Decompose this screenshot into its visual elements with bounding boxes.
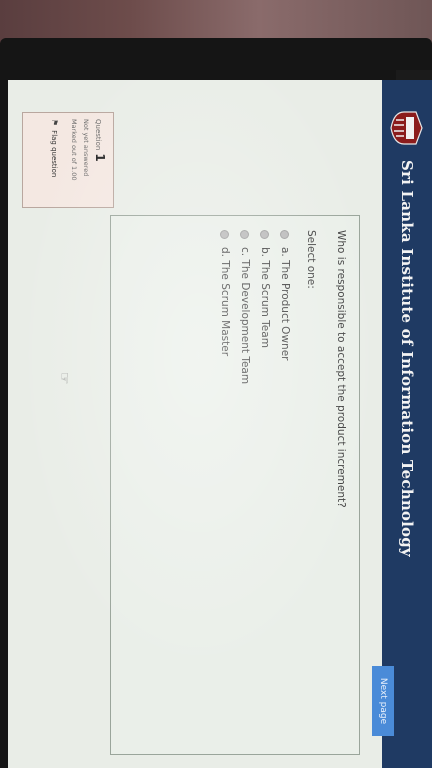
- answer-option-b[interactable]: b. The Scrum Team: [259, 230, 271, 348]
- answer-status: Not yet answered: [82, 119, 90, 177]
- question-card: Who is responsible to accept the product…: [110, 215, 360, 755]
- select-one-prompt: Select one:: [305, 230, 317, 289]
- flag-icon: ⚑: [50, 119, 59, 127]
- radio-button[interactable]: [220, 230, 230, 239]
- question-number-label: Question 1: [93, 119, 107, 201]
- answer-label: d. The Scrum Master: [219, 247, 231, 357]
- flag-question-button[interactable]: ⚑ Flag question: [50, 119, 59, 201]
- hand-cursor-icon: ☞: [56, 372, 72, 385]
- radio-button[interactable]: [240, 230, 250, 239]
- answer-option-d[interactable]: d. The Scrum Master: [219, 230, 231, 356]
- question-label: Question: [94, 119, 102, 151]
- answer-label: c. The Development Team: [239, 247, 251, 385]
- question-number: 1: [93, 153, 107, 162]
- logo-icon: [390, 111, 423, 145]
- radio-button[interactable]: [260, 230, 270, 239]
- sliit-logo[interactable]: [389, 106, 425, 150]
- answer-label: b. The Scrum Team: [259, 247, 271, 348]
- site-header: Sri Lanka Institute of Information Techn…: [382, 80, 432, 768]
- monitor-screen: Sri Lanka Institute of Information Techn…: [8, 80, 432, 768]
- answer-option-c[interactable]: c. The Development Team: [239, 230, 251, 384]
- flag-question-label: Flag question: [50, 130, 59, 178]
- answer-label: a. The Product Owner: [279, 247, 291, 361]
- radio-button[interactable]: [280, 230, 290, 239]
- question-text: Who is responsible to accept the product…: [335, 230, 347, 508]
- answer-option-a[interactable]: a. The Product Owner: [279, 230, 291, 360]
- next-page-button[interactable]: Next page: [372, 666, 394, 736]
- quiz-page: Sri Lanka Institute of Information Techn…: [8, 80, 432, 768]
- marks-info: Marked out of 1.00: [70, 119, 78, 181]
- institute-name: Sri Lanka Institute of Information Techn…: [398, 160, 416, 557]
- question-info-box: Question 1 Not yet answered Marked out of…: [22, 112, 114, 208]
